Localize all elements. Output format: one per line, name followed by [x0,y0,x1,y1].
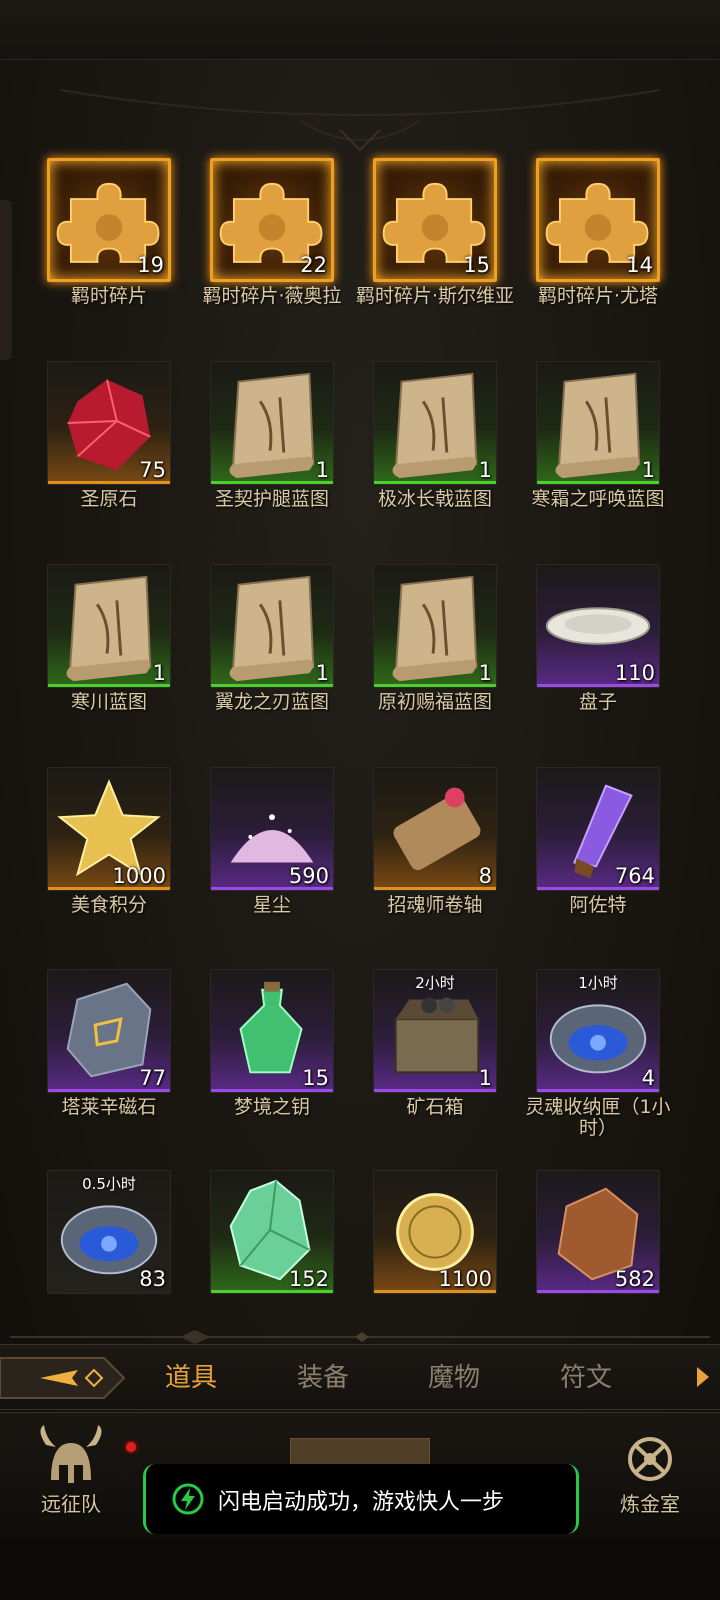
tab-equipment[interactable]: 装备 [297,1357,349,1394]
inventory-slot[interactable]: 1100 [373,1170,497,1294]
item-count: 15 [302,1066,329,1090]
inventory-slot[interactable]: 1 [210,564,334,688]
item-label: 羁时碎片·尤塔 [537,285,659,307]
item-count: 22 [300,253,327,277]
item-timer: 2小时 [415,974,455,992]
item-timer: 1小时 [578,974,618,992]
divider [10,1330,710,1344]
item-label: 盘子 [578,691,617,713]
inventory-slot[interactable]: 1小时 4 [536,969,660,1093]
inventory-slot[interactable]: 2小时 1 [373,969,497,1093]
inventory-slot[interactable]: 15 [210,969,334,1093]
item-label: 塔莱辛磁石 [61,1096,157,1118]
item-label: 星尘 [252,894,291,916]
item-count: 1 [641,458,655,482]
tab-runes[interactable]: 符文 [560,1357,612,1394]
inventory-slot[interactable]: 19 [47,158,171,282]
item-count: 1 [478,458,492,482]
tab-items[interactable]: 道具 [165,1357,217,1394]
nav-label-alchemy: 炼金室 [620,1492,680,1516]
inventory-slot[interactable]: 1000 [47,767,171,891]
item-timer: 0.5小时 [82,1175,136,1193]
inventory-slot[interactable]: 75 [47,361,171,485]
chevron-right-icon[interactable] [694,1363,712,1391]
item-count: 110 [614,661,655,685]
inventory-slot[interactable]: 14 [536,158,660,282]
inventory-slot[interactable]: 8 [373,767,497,891]
item-count: 1 [152,661,166,685]
notification-dot [126,1442,136,1452]
inventory-slot[interactable]: 1 [47,564,171,688]
item-count: 1 [315,661,329,685]
inventory-slot[interactable]: 110 [536,564,660,688]
item-count: 77 [139,1066,166,1090]
inventory-slot[interactable]: 1 [373,361,497,485]
item-count: 8 [478,864,492,888]
nav-label-expedition: 远征队 [41,1492,101,1516]
item-label: 原初赐福蓝图 [377,691,492,713]
item-label: 梦境之钥 [233,1096,310,1118]
inventory-slot[interactable]: 22 [210,158,334,282]
item-count: 1100 [438,1267,492,1291]
inventory-slot[interactable]: 1 [210,361,334,485]
back-button[interactable] [0,1350,128,1406]
toast-text: 闪电启动成功，游戏快人一步 [218,1490,505,1515]
item-label: 翼龙之刃蓝图 [214,691,329,713]
item-count: 1000 [112,864,166,888]
game-inventory-screen: 19 羁时碎片 22 羁时碎片·薇奥拉 15 羁时碎片·斯尔维亚 14 羁时碎片·尤塔 75 圣原… [0,0,720,1600]
item-label: 圣契护腿蓝图 [214,488,329,510]
inventory-slot[interactable]: 0.5小时 83 [47,1170,171,1294]
item-label: 灵魂收纳匣（1小时） [525,1096,671,1139]
inventory-slot[interactable]: 1 [373,564,497,688]
inventory-slot[interactable]: 764 [536,767,660,891]
item-label: 羁时碎片·薇奥拉 [202,285,342,307]
inventory-slot[interactable]: 152 [210,1170,334,1294]
inventory-slot[interactable]: 15 [373,158,497,282]
item-label: 羁时碎片 [70,285,147,307]
item-label: 寒霜之呼唤蓝图 [531,488,665,510]
item-count: 590 [288,864,329,888]
horned-helmet-icon [40,1425,102,1483]
tab-monsters[interactable]: 魔物 [428,1357,480,1394]
item-label: 阿佐特 [569,894,627,916]
inventory-slot[interactable]: 590 [210,767,334,891]
item-label: 寒川蓝图 [70,691,147,713]
inventory-slot[interactable]: 1 [536,361,660,485]
lightning-icon [172,1483,204,1515]
arrow-diamond-icon [0,1357,126,1399]
item-count: 1 [478,661,492,685]
inventory-tab-bar: 道具 装备 魔物 符文 [0,1344,720,1410]
item-label: 极冰长戟蓝图 [377,488,492,510]
item-label: 羁时碎片·斯尔维亚 [355,285,515,307]
item-count: 14 [626,253,653,277]
inventory-slot[interactable]: 582 [536,1170,660,1294]
item-count: 15 [463,253,490,277]
alchemy-sigil-icon [628,1437,672,1481]
nav-alchemy[interactable]: 炼金室 [595,1425,705,1525]
item-count: 4 [641,1066,655,1090]
item-count: 764 [614,864,655,888]
item-count: 19 [137,253,164,277]
item-count: 582 [614,1267,655,1291]
item-count: 152 [288,1267,329,1291]
item-grid: 19 羁时碎片 22 羁时碎片·薇奥拉 15 羁时碎片·斯尔维亚 14 羁时碎片·尤塔 75 圣原… [0,0,720,1320]
item-count: 1 [478,1066,492,1090]
item-label: 招魂师卷轴 [387,894,483,916]
bottom-strip [0,1540,720,1600]
nav-expedition[interactable]: 远征队 [16,1425,126,1525]
item-label: 矿石箱 [406,1096,464,1118]
item-count: 83 [139,1267,166,1291]
item-count: 1 [315,458,329,482]
toast-message: 闪电启动成功，游戏快人一步 [143,1464,579,1534]
item-label: 美食积分 [70,894,147,916]
item-count: 75 [139,458,166,482]
inventory-slot[interactable]: 77 [47,969,171,1093]
item-label: 圣原石 [80,488,138,510]
